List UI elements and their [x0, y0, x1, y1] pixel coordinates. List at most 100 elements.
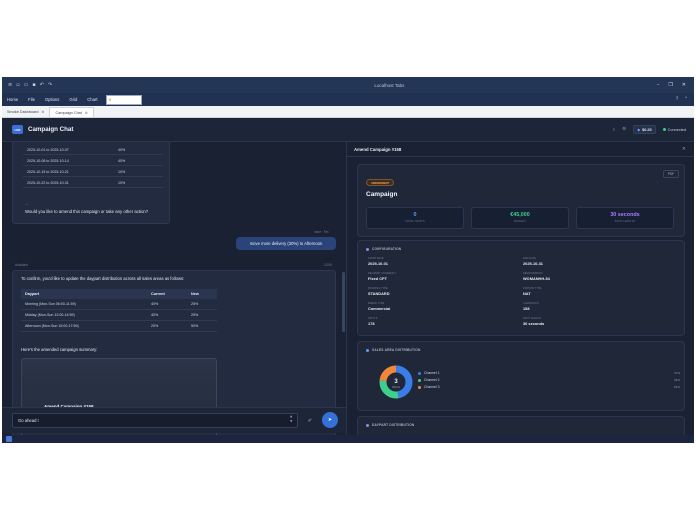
- close-tab-icon[interactable]: ⊗: [41, 110, 44, 114]
- stat-total-spots: 0 TOTAL SPOTS: [366, 207, 464, 229]
- close-icon[interactable]: ✕: [682, 82, 686, 88]
- status-badge: AMENDMENT: [366, 179, 395, 186]
- table-row: Midday (Mon-Sun 12:00-14:59) 40% 25%: [21, 310, 217, 321]
- legend-pct: 47%: [673, 371, 680, 375]
- stat-label: SPOT LENGTH: [614, 220, 636, 223]
- section-header: CONFIGURATION: [366, 247, 401, 251]
- donut-center-value: 3: [394, 379, 398, 385]
- app-header: LMS Campaign Chat ⌕ ⚙ ◆ $0.25 Connected: [2, 118, 694, 142]
- search-icon[interactable]: ⌕: [612, 127, 615, 133]
- week-share: 40%: [118, 158, 126, 163]
- app-logo: LMS: [12, 125, 23, 134]
- minimize-icon[interactable]: –: [657, 82, 660, 88]
- table-row: Afternoon (Mon-Sun 15:00-17:59) 20% 50%: [21, 321, 217, 332]
- legend-swatch-icon: [418, 378, 421, 382]
- ribbon-menu: Home File Options Grid Chart V ? ⌃: [2, 93, 694, 106]
- stat-budget: €45,000 BUDGET: [471, 207, 569, 229]
- config-value: NAT: [523, 291, 531, 296]
- ribbon-home[interactable]: Home: [2, 97, 23, 102]
- open-folder-icon[interactable]: ▭: [24, 82, 29, 88]
- attach-button[interactable]: ✐: [303, 413, 317, 428]
- ribbon-grid[interactable]: Grid: [64, 97, 82, 102]
- config-value: Commercial: [368, 306, 391, 311]
- close-tab-icon[interactable]: ⊗: [85, 111, 88, 115]
- tab-smoke-dashboard[interactable]: Smoke Dashboard ⊗: [2, 107, 49, 117]
- undo-icon[interactable]: ↶: [40, 82, 44, 88]
- week-range: 2025-10-15 to 2025-10-21: [27, 169, 69, 174]
- table-row: 2025-10-01 to 2025-10-07 40%: [23, 145, 163, 155]
- chat-input[interactable]: Go ahead !: [12, 413, 298, 428]
- config-field: DELIVERY CURRENCY Fixed CPT: [368, 272, 508, 281]
- section-header: SALES AREA DISTRIBUTION: [366, 348, 420, 352]
- legend-swatch-icon: [418, 371, 421, 375]
- help-icon[interactable]: ?: [676, 97, 678, 102]
- config-key: DEMOGRAPHIC: [523, 272, 543, 275]
- send-button[interactable]: ➤: [322, 412, 338, 428]
- config-key: BOOKING TYPE: [368, 287, 388, 290]
- stat-label: TOTAL SPOTS: [405, 220, 425, 223]
- legend-item: Channel 3 24%: [418, 385, 680, 389]
- config-key: END DATE: [523, 257, 536, 260]
- table-row: 2025-10-08 to 2025-10-14 40%: [23, 156, 163, 166]
- legend-name: Channel 3: [424, 385, 440, 389]
- chat-input-bar: Go ahead ! ▲ ▼ ✐ ➤: [2, 407, 346, 433]
- config-field: END DATE 2025-10-31: [523, 257, 663, 266]
- config-field: BOOKING TYPE STANDARD: [368, 287, 508, 296]
- new-file-icon[interactable]: ▫: [16, 82, 19, 88]
- legend-swatch-icon: [418, 385, 421, 389]
- panel-title: Amend Campaign #158: [354, 147, 402, 152]
- status-text: Connected: [667, 127, 686, 132]
- new-cell: 50%: [191, 324, 199, 328]
- summary-label: Here's the amended campaign summary:: [21, 347, 98, 352]
- connection-status: Connected: [662, 127, 686, 132]
- tab-campaign-chat[interactable]: Campaign Chat ⊗: [49, 107, 94, 117]
- ribbon-search-input[interactable]: V: [105, 94, 142, 105]
- taskbar-app-icon[interactable]: [6, 436, 12, 442]
- chat-scrollbar[interactable]: [342, 272, 345, 332]
- config-key: CAMPAIGN #: [523, 302, 539, 305]
- restore-icon[interactable]: ❐: [668, 82, 672, 88]
- table-row: Morning (Mon-Sun 06:00-11:59) 40% 25%: [21, 299, 217, 310]
- table-header: Daypart Current New: [21, 289, 217, 299]
- config-value: 30 seconds: [523, 321, 545, 326]
- collapse-ribbon-icon[interactable]: ⌃: [684, 97, 688, 102]
- user-message: move more delivery (30%) to Afternoon: [236, 237, 336, 250]
- user-message-meta: none · 9m: [314, 230, 329, 234]
- ribbon-chart[interactable]: Chart: [82, 97, 102, 102]
- config-field: SPOT LENGTH 30 seconds: [523, 317, 663, 326]
- save-icon[interactable]: ▪: [32, 82, 35, 88]
- config-value: 2025-10-01: [368, 261, 388, 266]
- legend-item: Channel 2 29%: [418, 378, 680, 382]
- config-key: SPOT #: [368, 317, 378, 320]
- redo-icon[interactable]: ↷: [48, 82, 52, 88]
- config-key: SPOT LENGTH: [523, 317, 542, 320]
- daypart-cell: Morning (Mon-Sun 06:00-11:59): [25, 302, 76, 306]
- ellipsis-text: ...: [25, 201, 29, 206]
- status-dot-icon: [662, 128, 666, 131]
- ribbon-options[interactable]: Options: [40, 97, 64, 102]
- input-resize-icon[interactable]: ▲ ▼: [290, 414, 292, 424]
- stat-spot-length: 30 seconds SPOT LENGTH: [576, 207, 674, 229]
- config-value: 178: [368, 321, 375, 326]
- header-actions: ⌕ ⚙ ◆ $0.25 Connected: [612, 125, 694, 134]
- stat-label: BUDGET: [513, 220, 526, 223]
- sales-area-donut: 3 AREAS: [379, 365, 413, 399]
- app-menu-icon[interactable]: ≡: [8, 82, 12, 88]
- legend-name: Channel 2: [424, 378, 440, 382]
- section-title: SALES AREA DISTRIBUTION: [372, 348, 421, 352]
- pdf-button[interactable]: PDF: [663, 170, 679, 178]
- tag-icon: ◆: [637, 127, 641, 132]
- assistant-message: 2025-10-01 to 2025-10-07 40% 2025-10-08 …: [12, 142, 170, 224]
- configuration-card: CONFIGURATION START DATE 2025-10-01 END …: [357, 240, 685, 336]
- ribbon-file[interactable]: File: [23, 97, 40, 102]
- stat-value: 30 seconds: [610, 212, 640, 218]
- assistant-timestamp: 13:06: [324, 263, 332, 267]
- campaign-card: PDF AMENDMENT Campaign 0 TOTAL SPOTS €45…: [357, 164, 685, 237]
- section-dot-icon: [366, 348, 369, 352]
- daypart-cell: Afternoon (Mon-Sun 15:00-17:59): [25, 324, 79, 328]
- chat-panel: 2025-10-01 to 2025-10-07 40% 2025-10-08 …: [2, 142, 346, 443]
- sales-area-card: SALES AREA DISTRIBUTION 3 AREAS Channel …: [357, 341, 685, 411]
- settings-icon[interactable]: ⚙: [622, 127, 626, 132]
- confirm-text: To confirm, you'd like to update the day…: [21, 276, 185, 281]
- close-panel-icon[interactable]: ×: [682, 146, 686, 152]
